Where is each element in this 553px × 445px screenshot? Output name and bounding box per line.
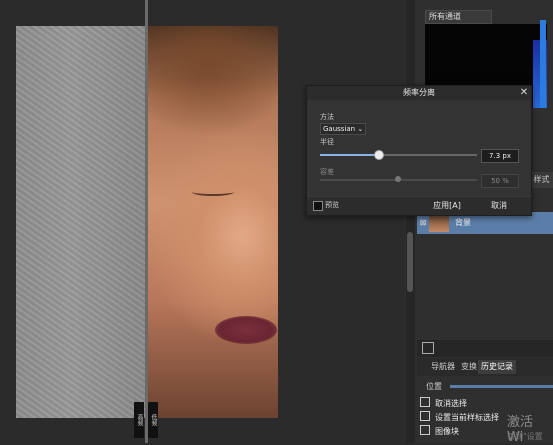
tolerance-label: 容差 <box>320 168 334 176</box>
tab-styles[interactable]: 样式 <box>530 172 553 188</box>
radius-value-field[interactable]: 7.3 px <box>481 149 519 163</box>
history-item[interactable]: 取消选择 <box>420 397 467 410</box>
face-lips <box>215 316 277 344</box>
method-select[interactable]: Gaussian ⌄ <box>320 123 367 135</box>
activation-watermark-sub: 转到"设置 <box>507 432 543 441</box>
history-position-label: 位置 <box>426 382 442 391</box>
preview-checkbox[interactable] <box>313 201 323 211</box>
tab-transform[interactable]: 变换 <box>458 360 480 374</box>
channel-dropdown[interactable]: 所有通道 <box>425 10 492 24</box>
history-step-icon <box>420 397 430 407</box>
vertical-scrollbar[interactable] <box>406 0 415 443</box>
radius-slider-fill <box>320 154 377 156</box>
history-position-slider[interactable] <box>450 385 553 388</box>
chevron-down-icon: ⌄ <box>355 125 364 133</box>
radius-slider-handle[interactable] <box>374 150 384 160</box>
method-label: 方法 <box>320 113 334 121</box>
preview-label: 预览 <box>325 201 339 209</box>
high-pass-preview <box>16 26 147 418</box>
panel-separator <box>417 340 553 357</box>
close-icon[interactable]: ✕ <box>517 86 531 100</box>
cancel-button[interactable]: 取消 <box>479 199 519 213</box>
apply-button[interactable]: 应用[A] <box>427 199 467 213</box>
frequency-separation-dialog: 频率分离 ✕ 方法 Gaussian ⌄ 半径 7.3 px 容差 50 % 预… <box>306 85 532 216</box>
tolerance-value-field[interactable]: 50 % <box>481 174 519 188</box>
dialog-title: 频率分离 <box>307 86 531 100</box>
layer-visibility-icon[interactable]: ⊠ <box>418 214 428 232</box>
split-view-divider[interactable] <box>145 0 148 443</box>
high-pass-label: 高频 <box>134 402 144 438</box>
low-pass-preview <box>147 26 278 418</box>
panel-toggle-icon[interactable] <box>422 342 434 354</box>
history-item[interactable]: 图像块 <box>420 425 459 438</box>
history-step-icon <box>420 425 430 435</box>
face-eye <box>192 188 234 196</box>
scrollbar-thumb[interactable] <box>407 232 413 292</box>
history-step-icon <box>420 411 430 421</box>
histogram-peak-highlight <box>540 20 546 108</box>
low-pass-label: 低频 <box>148 402 158 438</box>
tab-navigator[interactable]: 导航器 <box>428 360 458 374</box>
radius-label: 半径 <box>320 138 334 146</box>
history-item[interactable]: 设置当前样标选择 <box>420 411 499 424</box>
tab-history[interactable]: 历史记录 <box>478 360 516 374</box>
tolerance-slider-handle[interactable] <box>395 176 401 182</box>
layer-thumbnail <box>429 214 449 232</box>
